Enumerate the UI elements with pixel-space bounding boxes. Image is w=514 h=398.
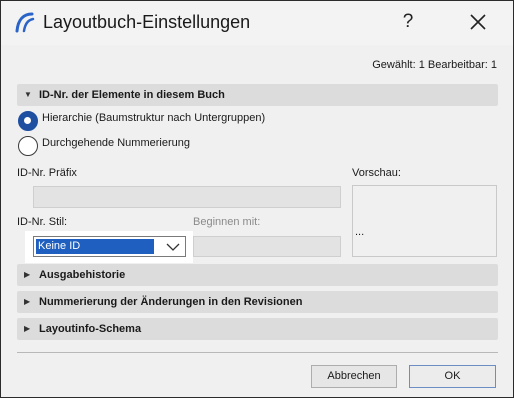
cancel-button[interactable]: Abbrechen <box>311 365 397 388</box>
section-id-numbers[interactable]: ▼ ID-Nr. der Elemente in diesem Buch <box>17 84 498 106</box>
preview-box: ... <box>352 185 497 257</box>
expanded-triangle-icon: ▼ <box>24 90 32 99</box>
archicad-arc-icon <box>15 12 35 33</box>
preview-label: Vorschau: <box>352 167 401 179</box>
dialog-title: Layoutbuch-Einstellungen <box>43 12 251 32</box>
section-id-numbers-label: ID-Nr. der Elemente in diesem Buch <box>39 89 225 101</box>
ok-button[interactable]: OK <box>409 365 496 388</box>
dialog-window: Layoutbuch-Einstellungen ? Gewählt: 1 Be… <box>0 0 514 398</box>
collapsed-triangle-icon: ▶ <box>24 270 31 279</box>
preview-value: ... <box>355 226 365 238</box>
collapsed-triangle-icon: ▶ <box>24 297 31 306</box>
section-revision-numbering[interactable]: ▶ Nummerierung der Änderungen in den Rev… <box>17 291 498 313</box>
radio-continuous-button[interactable] <box>18 136 38 156</box>
collapsed-triangle-icon: ▶ <box>24 324 31 333</box>
style-select-value: Keine ID <box>36 239 154 254</box>
start-label: Beginnen mit: <box>193 216 261 228</box>
section-revision-numbering-label: Nummerierung der Änderungen in den Revis… <box>39 296 303 308</box>
section-output-history-label: Ausgabehistorie <box>39 269 126 281</box>
help-button[interactable]: ? <box>393 7 423 37</box>
section-output-history[interactable]: ▶ Ausgabehistorie <box>17 264 498 286</box>
selection-status: Gewählt: 1 Bearbeitbar: 1 <box>372 59 497 71</box>
radio-hierarchy-button[interactable] <box>18 111 38 131</box>
title-bar: Layoutbuch-Einstellungen ? <box>1 1 513 45</box>
radio-continuous-label: Durchgehende Nummerierung <box>42 137 190 149</box>
style-label: ID-Nr. Stil: <box>17 216 68 228</box>
prefix-label: ID-Nr. Präfix <box>17 167 77 179</box>
section-layout-info[interactable]: ▶ Layoutinfo-Schema <box>17 318 498 340</box>
close-icon[interactable] <box>463 7 493 37</box>
footer-divider <box>17 352 498 353</box>
prefix-input[interactable] <box>33 186 341 208</box>
start-input[interactable] <box>193 236 341 257</box>
style-select[interactable]: Keine ID <box>33 236 186 257</box>
chevron-down-icon <box>166 243 180 251</box>
section-layout-info-label: Layoutinfo-Schema <box>39 323 142 335</box>
radio-hierarchy-label: Hierarchie (Baumstruktur nach Untergrupp… <box>42 112 266 124</box>
